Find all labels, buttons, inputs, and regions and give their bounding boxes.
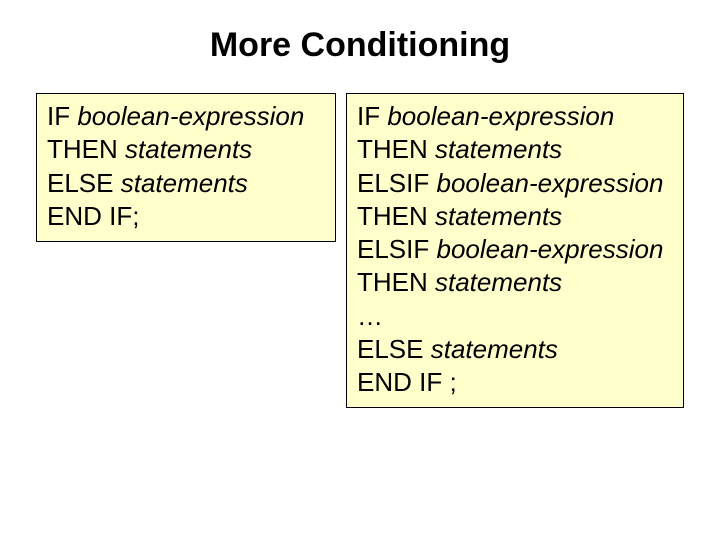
code-box-right: IF boolean-expression THEN statements EL… — [346, 93, 684, 408]
kw-if: IF — [357, 101, 387, 131]
code-box-left: IF boolean-expression THEN statements EL… — [36, 93, 336, 242]
kw-else: ELSE — [357, 334, 431, 364]
kw-then: THEN — [357, 134, 435, 164]
code-line: … — [357, 300, 673, 333]
code-line: IF boolean-expression — [47, 100, 325, 133]
ellipsis: … — [357, 301, 383, 331]
code-line: ELSIF boolean-expression — [357, 233, 673, 266]
kw-elsif: ELSIF — [357, 234, 436, 264]
kw-then: THEN — [47, 134, 125, 164]
kw-elsif: ELSIF — [357, 168, 436, 198]
expr: statements — [121, 168, 248, 198]
code-line: THEN statements — [357, 200, 673, 233]
kw-endif: END IF; — [47, 201, 139, 231]
kw-endif: END IF ; — [357, 367, 457, 397]
expr: boolean-expression — [436, 168, 663, 198]
code-line: ELSIF boolean-expression — [357, 167, 673, 200]
expr: statements — [435, 134, 562, 164]
kw-then: THEN — [357, 201, 435, 231]
code-line: ELSE statements — [47, 167, 325, 200]
page-title: More Conditioning — [30, 26, 690, 65]
expr: boolean-expression — [387, 101, 614, 131]
expr: boolean-expression — [436, 234, 663, 264]
code-line: THEN statements — [47, 133, 325, 166]
code-line: END IF; — [47, 200, 325, 233]
code-line: THEN statements — [357, 133, 673, 166]
kw-then: THEN — [357, 267, 435, 297]
expr: statements — [435, 267, 562, 297]
content-columns: IF boolean-expression THEN statements EL… — [30, 93, 690, 408]
kw-else: ELSE — [47, 168, 121, 198]
expr: boolean-expression — [77, 101, 304, 131]
code-line: ELSE statements — [357, 333, 673, 366]
code-line: THEN statements — [357, 266, 673, 299]
code-line: IF boolean-expression — [357, 100, 673, 133]
kw-if: IF — [47, 101, 77, 131]
code-line: END IF ; — [357, 366, 673, 399]
expr: statements — [431, 334, 558, 364]
expr: statements — [435, 201, 562, 231]
expr: statements — [125, 134, 252, 164]
